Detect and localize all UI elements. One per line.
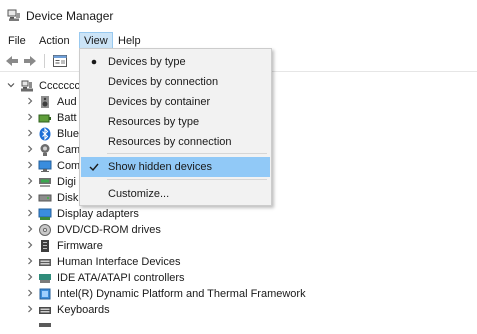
properties-icon[interactable] [52, 53, 68, 69]
menu-action[interactable]: Action [35, 32, 74, 50]
tree-item-label: Keyboards [57, 304, 110, 316]
chevron-right-icon[interactable] [25, 304, 35, 314]
tree-item-hid[interactable]: Human Interface Devices [0, 254, 477, 270]
tree-item-partial [0, 318, 477, 334]
menu-separator [107, 179, 267, 180]
tree-item-label: Firmware [57, 240, 103, 252]
disk-drive-icon [38, 194, 52, 202]
bluetooth-icon [39, 127, 51, 141]
menu-item-label: Devices by connection [108, 76, 219, 88]
chevron-right-icon[interactable] [25, 240, 35, 250]
tree-item-label: Blue [57, 128, 80, 140]
keyboard-icon [39, 307, 51, 314]
chevron-right-icon[interactable] [25, 144, 35, 154]
chevron-right-icon[interactable] [25, 192, 35, 202]
chevron-right-icon[interactable] [25, 176, 35, 186]
dvd-icon [39, 224, 51, 236]
menu-separator [107, 153, 267, 154]
view-menu-dropdown: Devices by type Devices by connection De… [79, 48, 272, 206]
menu-item-devices-by-connection[interactable]: Devices by connection [81, 72, 270, 92]
menu-file[interactable]: File [4, 32, 30, 50]
menu-item-show-hidden-devices[interactable]: Show hidden devices [81, 157, 270, 177]
toolbar-separator [44, 54, 45, 68]
menu-item-resources-by-type[interactable]: Resources by type [81, 112, 270, 132]
firmware-icon [41, 240, 49, 252]
menu-item-devices-by-container[interactable]: Devices by container [81, 92, 270, 112]
forward-arrow-icon[interactable] [22, 53, 38, 69]
chevron-right-icon[interactable] [25, 256, 35, 266]
display-adapter-icon [38, 208, 52, 220]
tree-item-label: Cam [57, 144, 81, 156]
menu-item-resources-by-connection[interactable]: Resources by connection [81, 132, 270, 152]
tree-item-label: Digi [57, 176, 76, 188]
tree-item-label: IDE ATA/ATAPI controllers [57, 272, 185, 284]
chevron-right-icon[interactable] [25, 288, 35, 298]
menu-item-devices-by-type[interactable]: Devices by type [81, 52, 270, 72]
tree-item-label: Com [57, 160, 81, 172]
tree-item-label: DVD/CD-ROM drives [57, 224, 161, 236]
menu-item-customize[interactable]: Customize... [81, 184, 270, 204]
speaker-icon [41, 96, 49, 108]
device-manager-icon [7, 9, 20, 21]
menu-item-label: Devices by container [108, 96, 211, 108]
chevron-right-icon[interactable] [25, 128, 35, 138]
menu-item-label: Resources by connection [108, 136, 232, 148]
chevron-right-icon[interactable] [25, 112, 35, 122]
chevron-right-icon[interactable] [25, 208, 35, 218]
chevron-right-icon[interactable] [25, 272, 35, 282]
camera-icon [40, 144, 50, 156]
chevron-right-icon[interactable] [25, 96, 35, 106]
menu-item-label: Devices by type [108, 56, 186, 68]
chevron-right-icon[interactable] [25, 224, 35, 234]
monitor-icon [38, 160, 52, 172]
tree-item-label: Display adapters [57, 208, 139, 220]
title-bar: Device Manager [0, 0, 477, 30]
keyboard-hid-icon [39, 259, 51, 266]
computer-icon [21, 80, 33, 92]
window-title: Device Manager [26, 9, 114, 23]
battery-icon [38, 114, 51, 123]
tree-item-display-adapters[interactable]: Display adapters [0, 206, 477, 222]
digitizer-icon [39, 178, 51, 187]
radio-bullet-icon [91, 59, 97, 65]
tree-item-label: Aud [57, 96, 77, 108]
tree-item-dvd-drives[interactable]: DVD/CD-ROM drives [0, 222, 477, 238]
tree-item-intel-dptf[interactable]: Intel(R) Dynamic Platform and Thermal Fr… [0, 286, 477, 302]
back-arrow-icon[interactable] [4, 53, 20, 69]
tree-item-label: Batt [57, 112, 77, 124]
tree-item-keyboards[interactable]: Keyboards [0, 302, 477, 318]
menu-item-label: Show hidden devices [108, 161, 212, 173]
chip-icon [39, 288, 51, 300]
tree-item-label: Human Interface Devices [57, 256, 181, 268]
menu-item-label: Customize... [108, 188, 170, 200]
tree-item-label: Disk [57, 192, 79, 204]
menu-item-label: Resources by type [108, 116, 200, 128]
chevron-down-icon[interactable] [6, 80, 16, 90]
menu-bar: File Action View Help [0, 30, 477, 50]
tree-item-firmware[interactable]: Firmware [0, 238, 477, 254]
checkmark-icon [89, 163, 99, 172]
tree-item-label: Intel(R) Dynamic Platform and Thermal Fr… [57, 288, 306, 300]
chevron-right-icon[interactable] [25, 160, 35, 170]
controller-icon [39, 274, 51, 283]
tree-item-ide-controllers[interactable]: IDE ATA/ATAPI controllers [0, 270, 477, 286]
